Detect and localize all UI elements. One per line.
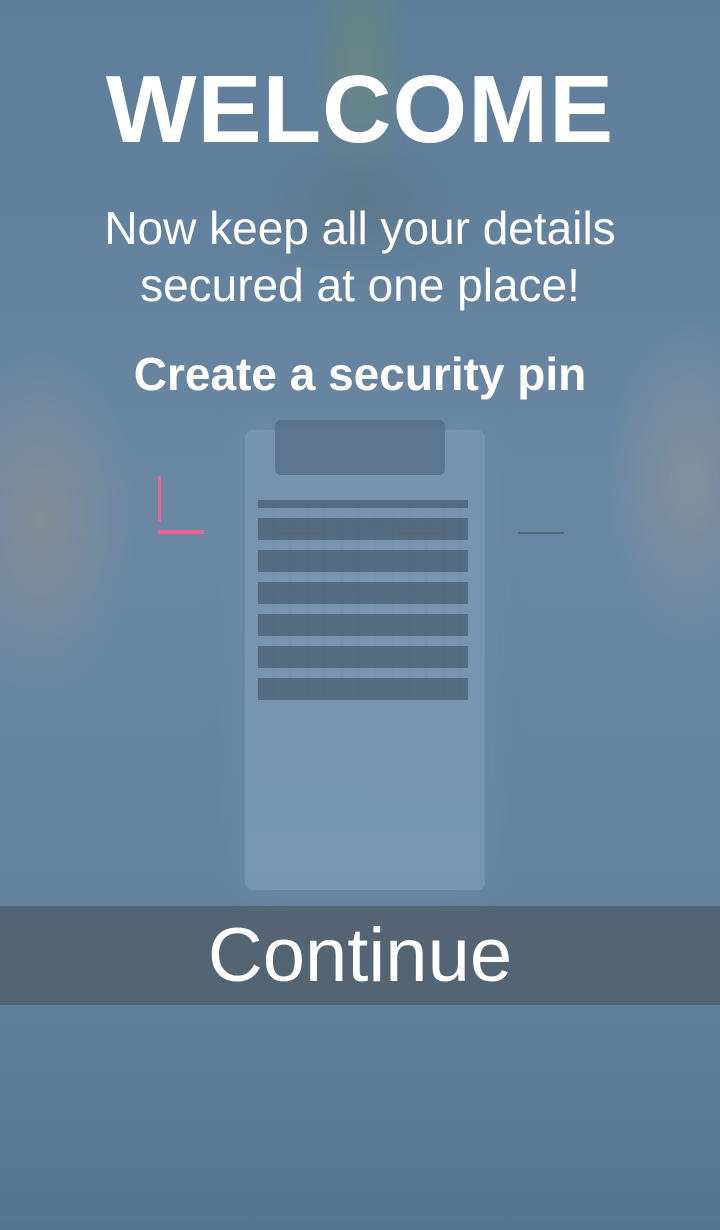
- page-title: WELCOME: [105, 56, 615, 163]
- text-cursor: [158, 476, 161, 522]
- pin-digit-1[interactable]: [158, 470, 204, 534]
- welcome-screen: WELCOME Now keep all your details secure…: [0, 0, 720, 1230]
- pin-digit-4[interactable]: [518, 470, 564, 534]
- continue-button[interactable]: Continue: [0, 906, 720, 1005]
- welcome-subtitle: Now keep all your details secured at one…: [104, 202, 616, 311]
- pin-prompt: Create a security pin: [133, 348, 587, 400]
- pin-entry: [0, 470, 720, 540]
- pin-digit-2[interactable]: [278, 470, 324, 534]
- background-laptop-hinge: [275, 420, 445, 475]
- pin-digit-3[interactable]: [398, 470, 444, 534]
